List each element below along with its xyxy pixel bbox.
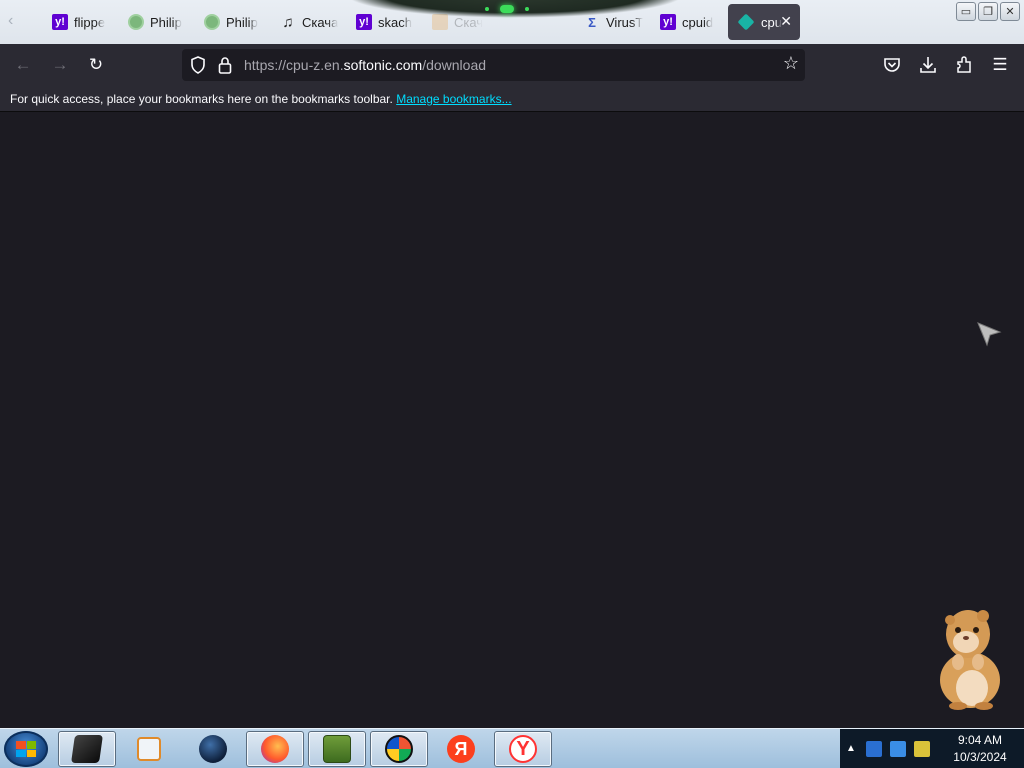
color-wheel-icon — [385, 735, 413, 763]
download-icon[interactable] — [919, 55, 937, 75]
clock-date: 10/3/2024 — [953, 750, 1007, 764]
system-tray: ▲ 9:04 AM 10/3/2024 — [840, 729, 1024, 768]
close-window-button[interactable]: ✕ — [1000, 2, 1020, 21]
bookmarks-toolbar: For quick access, place your bookmarks h… — [0, 86, 1024, 112]
clock-time: 9:04 AM — [957, 733, 1003, 747]
taskbar-app-globe[interactable] — [184, 731, 242, 767]
media-player-icon — [137, 737, 161, 761]
tray-security-icon[interactable] — [866, 741, 882, 757]
globe-app-icon — [199, 735, 227, 763]
nav-toolbar: ← → ↻ https://cpu-z.en.softonic.com/down… — [0, 44, 1024, 86]
taskbar-app-firefox[interactable] — [246, 731, 304, 767]
tab-title: cpuid — [682, 14, 714, 30]
taskbar: Я Y ▲ 9:04 AM 10/3/2024 — [0, 728, 1024, 768]
clock[interactable]: 9:04 AM 10/3/2024 — [942, 732, 1018, 766]
tab-1[interactable]: y! flippe — [42, 4, 114, 40]
lock-icon[interactable] — [218, 56, 232, 74]
yahoo-icon: y! — [52, 14, 68, 30]
tab-2[interactable]: Philip — [118, 4, 190, 40]
tab-title: Philip — [150, 14, 182, 30]
tray-volume-icon[interactable] — [914, 741, 930, 757]
green-globe-icon — [128, 14, 144, 30]
green-globe-icon — [204, 14, 220, 30]
taskbar-app-media[interactable] — [120, 731, 178, 767]
tab-scroll-left-icon[interactable]: ‹ — [8, 12, 26, 30]
tracking-shield-icon[interactable] — [190, 56, 206, 74]
page-content — [0, 113, 1024, 728]
url-text[interactable]: https://cpu-z.en.softonic.com/download — [244, 57, 486, 73]
window-controls: ▭ ❐ ✕ — [956, 2, 1020, 21]
taskbar-app-box-game[interactable] — [308, 731, 366, 767]
hamster-mascot-icon — [940, 610, 1000, 710]
tab-title: flippe — [74, 14, 106, 30]
start-button[interactable] — [4, 731, 48, 767]
yandex-browser-icon: Y — [509, 735, 537, 763]
taskbar-app-terminal[interactable] — [58, 731, 116, 767]
menu-icon[interactable]: ☰ — [989, 54, 1011, 76]
screen: ‹ y! flippe Philip Philip ♫ Скача y! ska… — [0, 0, 1024, 768]
bookmark-star-icon[interactable]: ☆ — [783, 53, 799, 74]
url-path: /download — [422, 57, 487, 73]
music-note-icon: ♫ — [282, 13, 294, 31]
taskbar-app-yandex[interactable]: Я — [432, 731, 490, 767]
url-prefix: https://cpu-z.en. — [244, 57, 344, 73]
tab-title: Скача — [302, 14, 339, 30]
address-bar[interactable]: https://cpu-z.en.softonic.com/download ☆ — [182, 49, 805, 81]
windows-logo-icon — [16, 741, 36, 757]
forward-icon[interactable]: → — [49, 54, 71, 76]
tab-strip: ‹ y! flippe Philip Philip ♫ Скача y! ska… — [0, 0, 1024, 44]
yandex-icon: Я — [447, 735, 475, 763]
softonic-icon — [737, 13, 755, 31]
back-icon[interactable]: ← — [12, 54, 34, 76]
tab-active[interactable]: cpu ✕ — [728, 4, 800, 40]
pocket-icon[interactable] — [883, 56, 901, 74]
tab-title: Philip — [226, 14, 258, 30]
close-tab-icon[interactable]: ✕ — [780, 13, 792, 30]
camera-notch — [345, 0, 685, 18]
reload-icon[interactable]: ↻ — [85, 54, 107, 76]
manage-bookmarks-link[interactable]: Manage bookmarks... — [396, 92, 511, 106]
tray-network-icon[interactable] — [890, 741, 906, 757]
show-hidden-icons-icon[interactable]: ▲ — [846, 743, 856, 754]
box-game-icon — [323, 735, 351, 763]
firefox-icon — [261, 735, 289, 763]
extensions-icon[interactable] — [955, 55, 973, 75]
tab-3[interactable]: Philip — [194, 4, 266, 40]
mouse-cursor-icon — [977, 322, 1002, 347]
terminal-app-icon — [71, 735, 103, 763]
tab-title: cpu — [761, 14, 782, 30]
bookmarks-message: For quick access, place your bookmarks h… — [10, 92, 393, 106]
url-host: softonic.com — [343, 57, 423, 73]
minimize-button[interactable]: ▭ — [956, 2, 976, 21]
restore-button[interactable]: ❐ — [978, 2, 998, 21]
taskbar-app-color-wheel[interactable] — [370, 731, 428, 767]
tab-4[interactable]: ♫ Скача — [270, 4, 342, 40]
taskbar-app-yandex-browser[interactable]: Y — [494, 731, 552, 767]
